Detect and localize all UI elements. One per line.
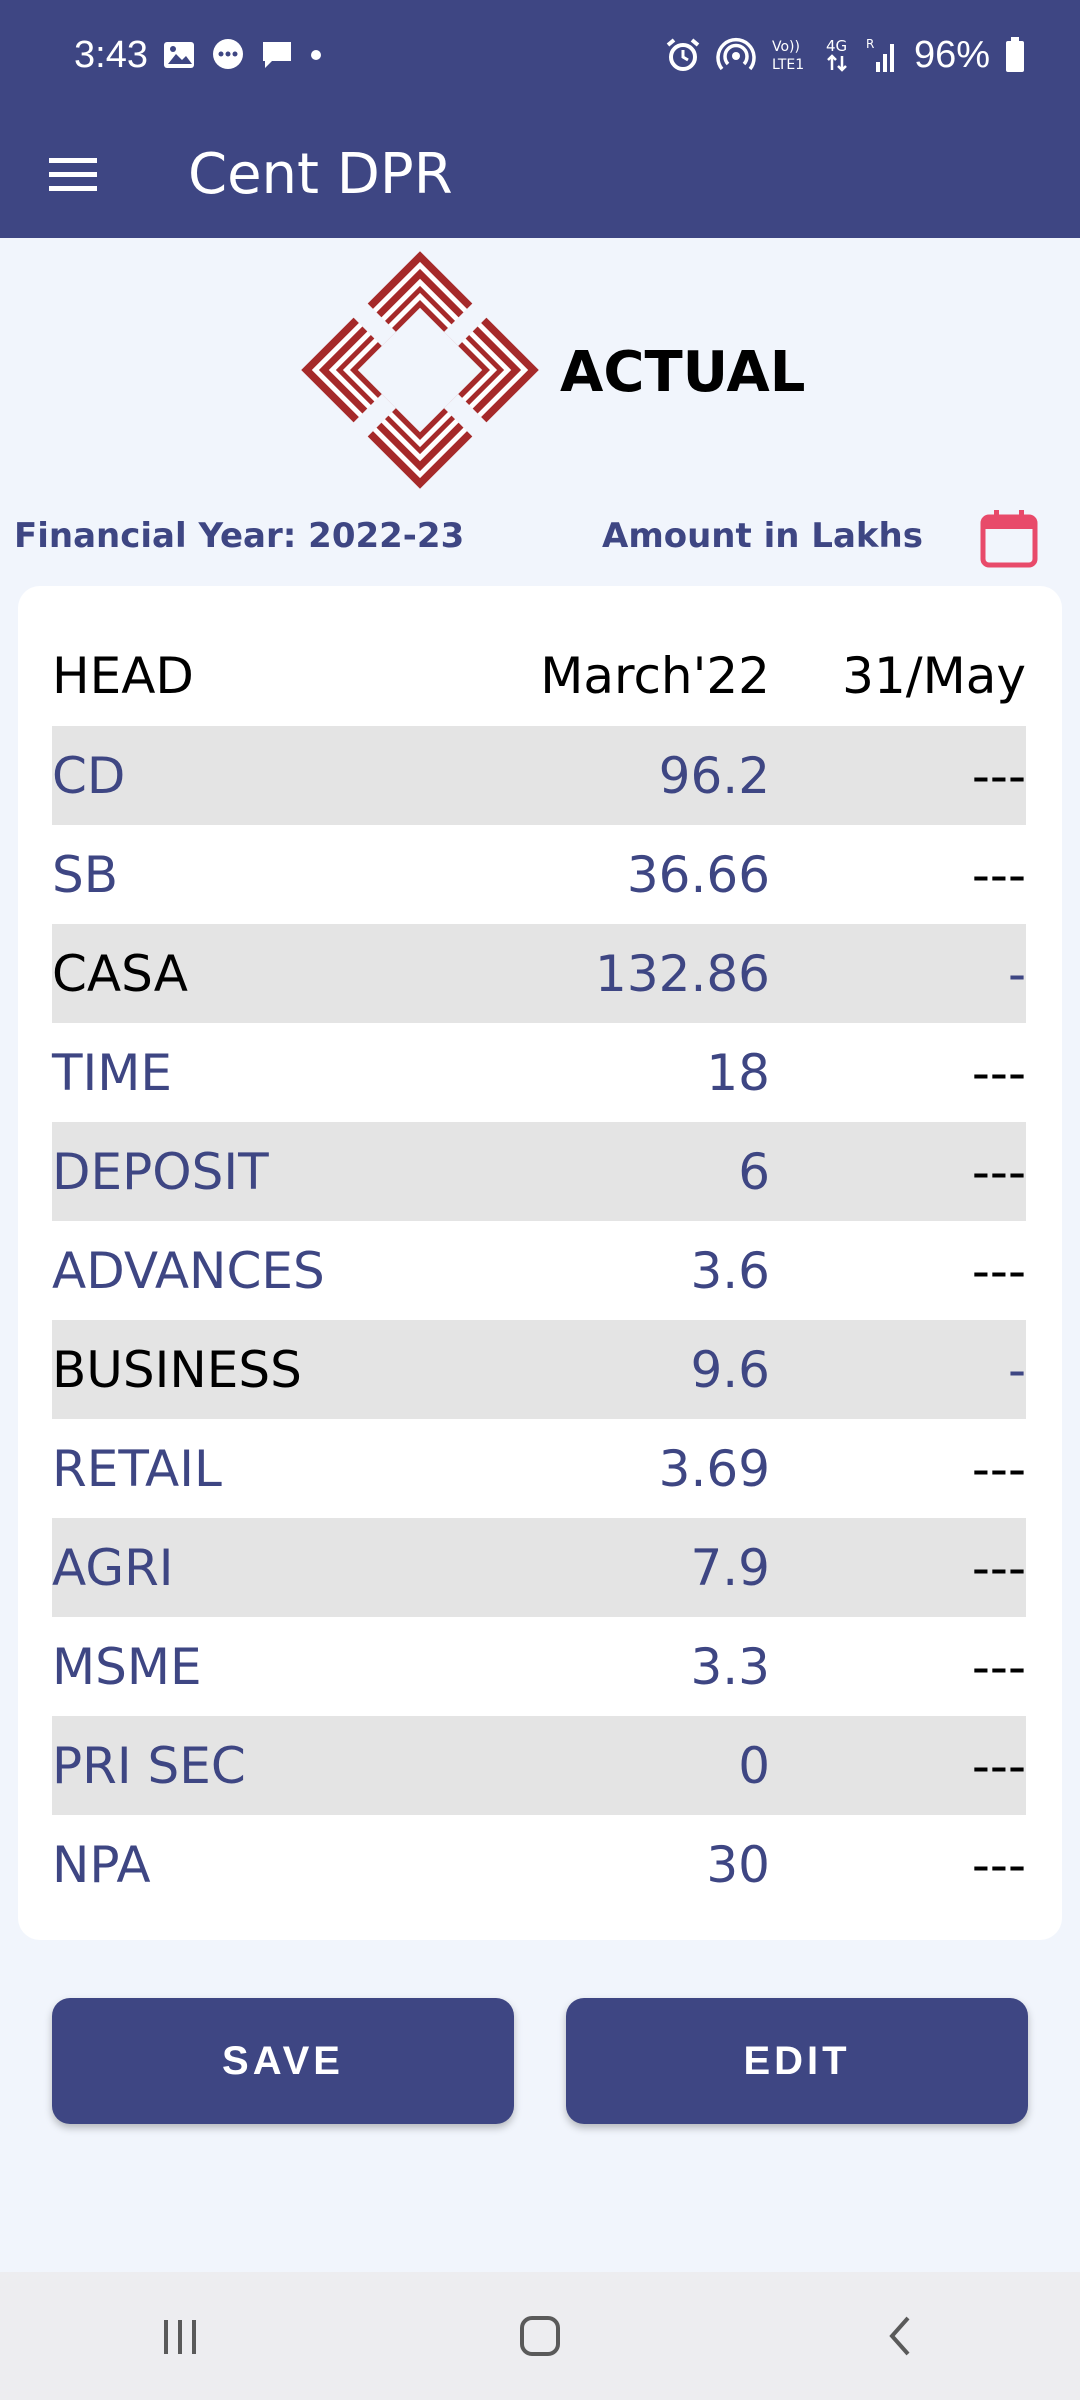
home-button[interactable]: [480, 2286, 600, 2386]
message-notification-icon: [260, 39, 294, 71]
messenger-notification-icon: [210, 37, 246, 73]
financial-year-label: Financial Year: 2022-23: [14, 516, 465, 556]
status-bar: 3:43 Vo)) LTE1 4G R 96%: [0, 0, 1080, 110]
row-may-value: ---: [971, 746, 1026, 805]
header-march: March'22: [540, 647, 770, 705]
row-march-value: 30: [706, 1835, 770, 1894]
row-march-value: 36.66: [626, 845, 770, 904]
row-march-value: 3.6: [690, 1241, 770, 1300]
home-icon: [520, 2316, 560, 2356]
row-may-value: -: [1007, 1340, 1026, 1399]
row-march-value: 0: [738, 1736, 770, 1795]
volte-icon: Vo)) LTE1: [770, 36, 810, 74]
table-row[interactable]: DEPOSIT 6 ---: [52, 1122, 1026, 1221]
row-may-value: ---: [971, 1241, 1026, 1300]
row-may-value: ---: [971, 1736, 1026, 1795]
amount-unit-label: Amount in Lakhs: [602, 516, 923, 556]
recent-apps-icon: [164, 2320, 196, 2354]
hotspot-icon: [716, 36, 756, 74]
row-head: AGRI: [52, 1538, 174, 1597]
table-row[interactable]: ADVANCES 3.6 ---: [52, 1221, 1026, 1320]
svg-text:R: R: [866, 37, 874, 51]
row-may-value: ---: [971, 1439, 1026, 1498]
data-card: HEAD March'22 31/May CD 96.2 --- SB 36.6…: [18, 586, 1062, 1940]
system-nav-bar: [0, 2272, 1080, 2400]
table-row[interactable]: AGRI 7.9 ---: [52, 1518, 1026, 1617]
svg-text:Vo)): Vo)): [772, 39, 800, 55]
status-right: Vo)) LTE1 4G R 96%: [664, 34, 1026, 77]
row-head: PRI SEC: [52, 1736, 246, 1795]
alarm-icon: [664, 36, 702, 74]
battery-icon: [1004, 36, 1026, 74]
back-chevron-icon: [889, 2316, 910, 2356]
row-head: SB: [52, 845, 119, 904]
table-row[interactable]: PRI SEC 0 ---: [52, 1716, 1026, 1815]
row-may-value: -: [1007, 944, 1026, 1003]
bank-logo: [301, 251, 539, 489]
app-title: Cent DPR: [188, 141, 453, 207]
row-march-value: 3.3: [690, 1637, 770, 1696]
menu-icon: [49, 158, 97, 191]
row-may-value: ---: [971, 1142, 1026, 1201]
network-type-icon: 4G: [824, 36, 852, 74]
row-head: RETAIL: [52, 1439, 222, 1498]
table-row[interactable]: TIME 18 ---: [52, 1023, 1026, 1122]
row-march-value: 6: [738, 1142, 770, 1201]
row-head: DEPOSIT: [52, 1142, 269, 1201]
row-march-value: 9.6: [690, 1340, 770, 1399]
calendar-icon[interactable]: [978, 508, 1040, 570]
header-may: 31/May: [842, 647, 1026, 705]
back-button[interactable]: [840, 2286, 960, 2386]
row-march-value: 3.69: [658, 1439, 770, 1498]
app-bar: Cent DPR: [0, 110, 1080, 238]
table-row[interactable]: NPA 30 ---: [52, 1815, 1026, 1914]
row-head: ADVANCES: [52, 1241, 325, 1300]
row-march-value: 7.9: [690, 1538, 770, 1597]
row-march-value: 132.86: [595, 944, 770, 1003]
signal-icon: R: [866, 36, 900, 74]
table-row[interactable]: MSME 3.3 ---: [52, 1617, 1026, 1716]
row-head: MSME: [52, 1637, 202, 1696]
edit-button[interactable]: EDIT: [566, 1998, 1028, 2124]
row-head: CD: [52, 746, 126, 805]
table-row[interactable]: BUSINESS 9.6 -: [52, 1320, 1026, 1419]
row-may-value: ---: [971, 1538, 1026, 1597]
data-table: HEAD March'22 31/May CD 96.2 --- SB 36.6…: [52, 626, 1026, 1914]
row-may-value: ---: [971, 845, 1026, 904]
more-notifications-dot-icon: [308, 47, 324, 63]
row-head: BUSINESS: [52, 1340, 302, 1399]
row-head: NPA: [52, 1835, 151, 1894]
recent-apps-button[interactable]: [120, 2286, 240, 2386]
table-row[interactable]: CASA 132.86 -: [52, 924, 1026, 1023]
status-time: 3:43: [74, 33, 148, 76]
row-may-value: ---: [971, 1043, 1026, 1102]
row-march-value: 18: [706, 1043, 770, 1102]
page-heading: ACTUAL: [560, 340, 806, 405]
row-may-value: ---: [971, 1835, 1026, 1894]
table-header: HEAD March'22 31/May: [52, 626, 1026, 726]
header-head: HEAD: [52, 647, 194, 705]
row-head: TIME: [52, 1043, 173, 1102]
svg-text:4G: 4G: [826, 37, 847, 55]
battery-percent: 96%: [913, 33, 990, 76]
table-row[interactable]: CD 96.2 ---: [52, 726, 1026, 825]
status-left: 3:43: [74, 34, 324, 77]
hero-section: ACTUAL: [0, 244, 1080, 494]
hamburger-menu-button[interactable]: [36, 137, 110, 211]
table-row[interactable]: SB 36.66 ---: [52, 825, 1026, 924]
svg-text:LTE1: LTE1: [772, 57, 804, 73]
row-may-value: ---: [971, 1637, 1026, 1696]
action-buttons: SAVE EDIT: [0, 1998, 1080, 2124]
table-row[interactable]: RETAIL 3.69 ---: [52, 1419, 1026, 1518]
info-row: Financial Year: 2022-23 Amount in Lakhs: [0, 502, 1080, 574]
save-button[interactable]: SAVE: [52, 1998, 514, 2124]
row-march-value: 96.2: [658, 746, 770, 805]
row-head: CASA: [52, 944, 188, 1003]
gallery-notification-icon: [162, 40, 196, 70]
